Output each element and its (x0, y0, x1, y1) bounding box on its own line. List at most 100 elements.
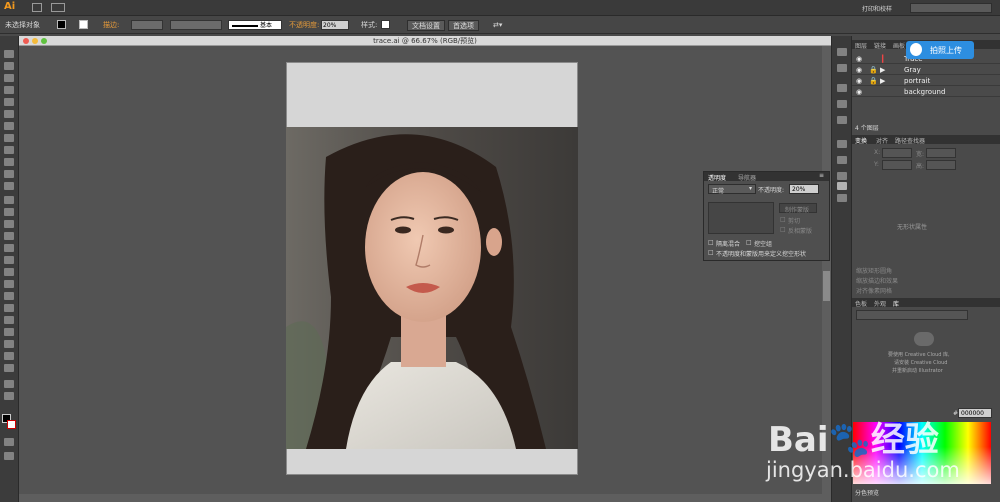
height-input[interactable] (926, 160, 956, 170)
eyedropper-tool-icon[interactable] (4, 292, 14, 300)
tab-transform[interactable]: 变换 (855, 136, 867, 145)
style-swatch[interactable] (381, 20, 390, 29)
width-input[interactable] (926, 148, 956, 158)
swatches-panel-icon[interactable] (837, 64, 847, 72)
tab-navigator[interactable]: 导航器 (738, 173, 756, 182)
separations-preview-tab[interactable]: 分色预览 (855, 488, 879, 497)
horizontal-scrollbar[interactable] (19, 494, 822, 502)
visibility-eye-icon[interactable]: ◉ (856, 88, 862, 96)
scale-strokes-option[interactable]: 缩放描边和效果 (856, 276, 898, 285)
opacity-input[interactable]: 20% (789, 184, 819, 194)
artboard-tool-icon[interactable] (4, 340, 14, 348)
opacity-mask-checkbox[interactable]: □ (708, 249, 714, 256)
arrange-documents-icon[interactable] (51, 3, 65, 12)
perspective-grid-tool-icon[interactable] (4, 256, 14, 264)
opacity-label[interactable]: 不透明度: (289, 20, 319, 30)
isolate-blending-checkbox[interactable]: □ (708, 239, 714, 246)
minimize-window-icon[interactable] (32, 38, 38, 44)
lasso-tool-icon[interactable] (4, 86, 14, 94)
lock-icon[interactable]: 🔒 (869, 77, 878, 85)
rotate-tool-icon[interactable] (4, 196, 14, 204)
knockout-group-checkbox[interactable]: □ (746, 239, 752, 246)
layer-row[interactable]: ◉ 🔒 ▶ portrait (852, 76, 1000, 86)
library-select[interactable] (856, 310, 968, 320)
blend-tool-icon[interactable] (4, 304, 14, 312)
zoom-window-icon[interactable] (41, 38, 47, 44)
tab-swatches[interactable]: 色板 (855, 299, 867, 308)
gradient-tool-icon[interactable] (4, 280, 14, 288)
hand-tool-icon[interactable] (4, 380, 14, 388)
scale-tool-icon[interactable] (4, 208, 14, 216)
zoom-tool-icon[interactable] (4, 392, 14, 400)
expand-triangle-icon[interactable]: ▶ (880, 66, 885, 74)
expand-triangle-icon[interactable]: ▶ (880, 77, 885, 85)
paintbrush-tool-icon[interactable] (4, 158, 14, 166)
portrait-photo[interactable] (286, 127, 578, 449)
character-panel-icon[interactable] (837, 84, 847, 92)
opentype-panel-icon[interactable] (837, 116, 847, 124)
shape-builder-tool-icon[interactable] (4, 244, 14, 252)
align-pixel-grid-option[interactable]: 对齐像素网格 (856, 286, 892, 295)
tab-transparency[interactable]: 透明度 (708, 173, 726, 182)
visibility-eye-icon[interactable]: ◉ (856, 66, 862, 74)
slice-tool-icon[interactable] (4, 352, 14, 360)
tab-libraries[interactable]: 库 (893, 299, 899, 308)
transparency-panel-icon[interactable] (837, 182, 847, 190)
stroke-weight-input[interactable] (131, 20, 163, 30)
line-tool-icon[interactable] (4, 134, 14, 142)
color-panel-icon[interactable] (837, 48, 847, 56)
shaper-tool-icon[interactable] (4, 182, 14, 190)
variable-width-profile[interactable] (170, 20, 222, 30)
type-tool-icon[interactable] (4, 122, 14, 130)
arrange-icon[interactable]: ⇄▾ (493, 20, 502, 30)
y-input[interactable] (882, 160, 912, 170)
stroke-label[interactable]: 描边: (103, 20, 119, 30)
stroke-swatch[interactable] (79, 20, 88, 29)
clip-checkbox[interactable]: □ (780, 216, 786, 223)
pencil-tool-icon[interactable] (4, 170, 14, 178)
x-input[interactable] (882, 148, 912, 158)
paragraph-panel-icon[interactable] (837, 100, 847, 108)
stroke-panel-icon[interactable] (837, 156, 847, 164)
search-field[interactable] (910, 3, 992, 13)
eraser-tool-icon[interactable] (4, 364, 14, 372)
fill-swatch[interactable] (57, 20, 66, 29)
magic-wand-tool-icon[interactable] (4, 74, 14, 82)
visibility-eye-icon[interactable]: ◉ (856, 55, 862, 63)
invert-mask-checkbox[interactable]: □ (780, 226, 786, 233)
align-panel-icon[interactable] (837, 140, 847, 148)
preferences-button[interactable]: 首选项 (448, 20, 479, 31)
workspace-switcher[interactable]: 打印和校样 (862, 4, 892, 13)
selection-tool-icon[interactable] (4, 50, 14, 58)
blend-mode-select[interactable]: 正常 ▾ (708, 184, 756, 195)
brush-definition[interactable]: 基本 (228, 20, 282, 30)
tab-artboards[interactable]: 画板 (893, 41, 905, 50)
width-tool-icon[interactable] (4, 220, 14, 228)
tab-appearance[interactable]: 外观 (874, 299, 886, 308)
document-setup-button[interactable]: 文档设置 (407, 20, 445, 31)
hex-input[interactable]: 000000 (958, 408, 992, 418)
appearance-panel-icon[interactable] (837, 194, 847, 202)
layer-row[interactable]: ◉ background (852, 87, 1000, 97)
stroke-color-icon[interactable] (7, 420, 16, 429)
tab-pathfinder[interactable]: 路径查找器 (895, 136, 925, 145)
pen-tool-icon[interactable] (4, 98, 14, 106)
column-graph-tool-icon[interactable] (4, 328, 14, 336)
tab-links[interactable]: 链接 (874, 41, 886, 50)
bridge-icon[interactable] (32, 3, 42, 12)
lock-icon[interactable]: 🔒 (869, 66, 878, 74)
baidu-upload-button[interactable]: 拍照上传 (906, 41, 974, 59)
panel-menu-icon[interactable]: ≡ (819, 172, 824, 179)
mesh-tool-icon[interactable] (4, 268, 14, 276)
rectangle-tool-icon[interactable] (4, 146, 14, 154)
make-mask-button[interactable]: 制作蒙版 (779, 203, 817, 214)
tab-align[interactable]: 对齐 (876, 136, 888, 145)
close-window-icon[interactable] (23, 38, 29, 44)
direct-selection-tool-icon[interactable] (4, 62, 14, 70)
gradient-panel-icon[interactable] (837, 172, 847, 180)
drawing-mode-icon[interactable] (4, 438, 14, 446)
layer-row[interactable]: ◉ 🔒 ▶ Gray (852, 65, 1000, 75)
scale-corners-option[interactable]: 缩放矩形圆角 (856, 266, 892, 275)
screen-mode-icon[interactable] (4, 452, 14, 460)
tab-layers[interactable]: 图层 (855, 41, 867, 50)
